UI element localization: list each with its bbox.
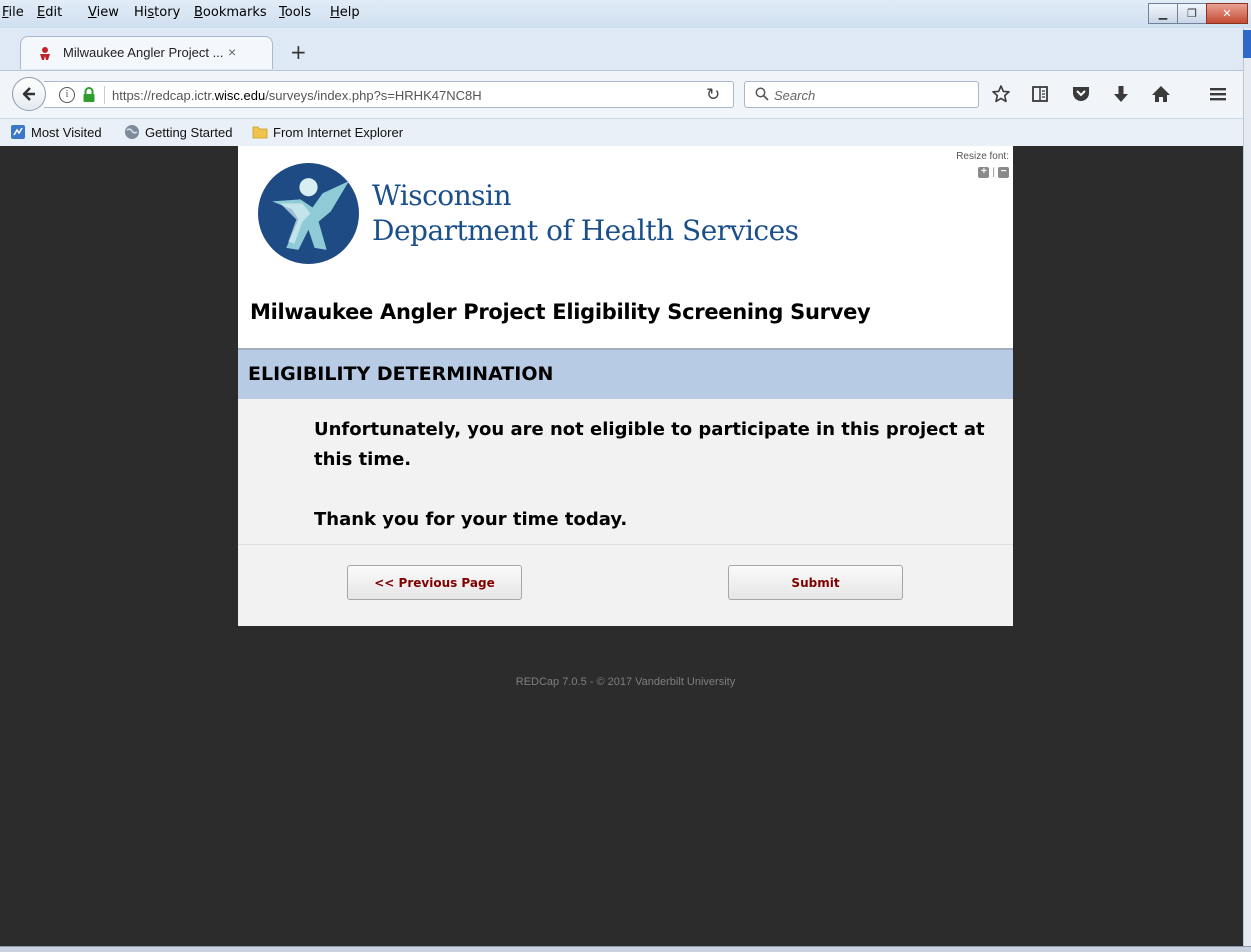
menu-view[interactable]: View	[88, 5, 119, 20]
new-tab-button[interactable]: +	[290, 40, 307, 64]
url-separator	[104, 86, 105, 104]
search-icon	[755, 87, 769, 101]
submit-button[interactable]: Submit	[728, 565, 903, 600]
resize-separator: |	[992, 167, 995, 178]
tab-title: Milwaukee Angler Project ...	[63, 45, 224, 60]
menu-help[interactable]: Help	[330, 5, 360, 20]
bookmark-most-visited[interactable]: Most Visited	[10, 124, 102, 140]
bookmark-getting-started[interactable]: Getting Started	[124, 124, 232, 140]
resize-font-controls: + | −	[978, 167, 1009, 178]
section-header-label: ELIGIBILITY DETERMINATION	[248, 363, 554, 385]
footer-text: REDCap 7.0.5 - © 2017 Vanderbilt Univers…	[515, 676, 736, 688]
pocket-icon[interactable]	[1066, 79, 1096, 109]
back-button[interactable]	[12, 77, 46, 111]
button-area: << Previous Page Submit	[238, 545, 1013, 626]
reading-list-icon[interactable]	[1025, 79, 1055, 109]
window-right-edge-accent	[1243, 30, 1251, 58]
close-window-button[interactable]: ✕	[1206, 3, 1248, 24]
org-name-line1: Wisconsin	[372, 179, 512, 212]
most-visited-icon	[11, 125, 25, 139]
survey-title: Milwaukee Angler Project Eligibility Scr…	[250, 300, 871, 324]
menu-tools[interactable]: Tools	[279, 5, 311, 20]
back-arrow-icon	[22, 87, 35, 101]
lock-icon	[83, 87, 95, 102]
folder-icon	[252, 126, 268, 139]
org-name-line2: Department of Health Services	[372, 214, 799, 247]
bookmark-from-ie[interactable]: From Internet Explorer	[252, 124, 403, 140]
menu-file[interactable]: File	[2, 5, 24, 20]
downloads-icon[interactable]	[1106, 79, 1136, 109]
restore-button[interactable]: ❐	[1177, 3, 1207, 24]
bookmark-label: Most Visited	[31, 124, 102, 140]
window-controls: ▁ ❐ ✕	[1148, 3, 1248, 25]
bookmark-label: Getting Started	[145, 124, 233, 140]
browser-chrome: File Edit View History Bookmarks Tools H…	[0, 0, 1251, 146]
menu-bookmarks[interactable]: Bookmarks	[194, 5, 267, 20]
home-icon[interactable]	[1146, 79, 1176, 109]
bookmark-label: From Internet Explorer	[273, 124, 404, 140]
taskbar	[0, 946, 1251, 952]
menu-history[interactable]: History	[134, 5, 180, 20]
menu-edit[interactable]: Edit	[37, 5, 62, 20]
minimize-button[interactable]: ▁	[1148, 3, 1178, 24]
hamburger-menu-icon[interactable]	[1203, 79, 1233, 109]
tab-strip: Milwaukee Angler Project ... × +	[0, 28, 1251, 70]
navigation-bar: i https://redcap.ictr.wisc.edu/surveys/i…	[0, 70, 1251, 118]
menu-bar: File Edit View History Bookmarks Tools H…	[0, 0, 1251, 28]
dhs-logo-icon	[258, 163, 359, 264]
bookmark-star-icon[interactable]	[986, 79, 1016, 109]
reload-icon[interactable]: ↻	[706, 85, 720, 105]
redcap-favicon-icon	[40, 47, 50, 60]
message-line-1: Unfortunately, you are not eligible to p…	[314, 419, 985, 470]
section-header: ELIGIBILITY DETERMINATION	[238, 348, 1013, 399]
info-icon[interactable]: i	[59, 87, 75, 103]
url-text[interactable]: https://redcap.ictr.wisc.edu/surveys/ind…	[112, 88, 482, 103]
search-placeholder: Search	[774, 88, 816, 103]
url-bar[interactable]: i https://redcap.ictr.wisc.edu/surveys/i…	[44, 81, 734, 108]
font-decrease-icon[interactable]: −	[998, 167, 1009, 178]
eligibility-message: Unfortunately, you are not eligible to p…	[314, 415, 1004, 535]
bookmarks-toolbar: Most Visited Getting Started From Intern…	[0, 118, 1251, 146]
previous-page-button[interactable]: << Previous Page	[347, 565, 522, 600]
tab-active[interactable]: Milwaukee Angler Project ... ×	[20, 36, 273, 69]
resize-font-label: Resize font:	[956, 151, 1009, 162]
survey-container: Wisconsin Department of Health Services …	[238, 146, 1013, 626]
window-right-edge	[1243, 28, 1251, 952]
font-increase-icon[interactable]: +	[978, 167, 990, 178]
message-area: Unfortunately, you are not eligible to p…	[238, 399, 1013, 545]
message-line-2: Thank you for your time today.	[314, 509, 628, 530]
globe-icon	[125, 125, 139, 139]
search-box[interactable]: Search	[744, 81, 979, 108]
tab-close-icon[interactable]: ×	[228, 44, 236, 60]
